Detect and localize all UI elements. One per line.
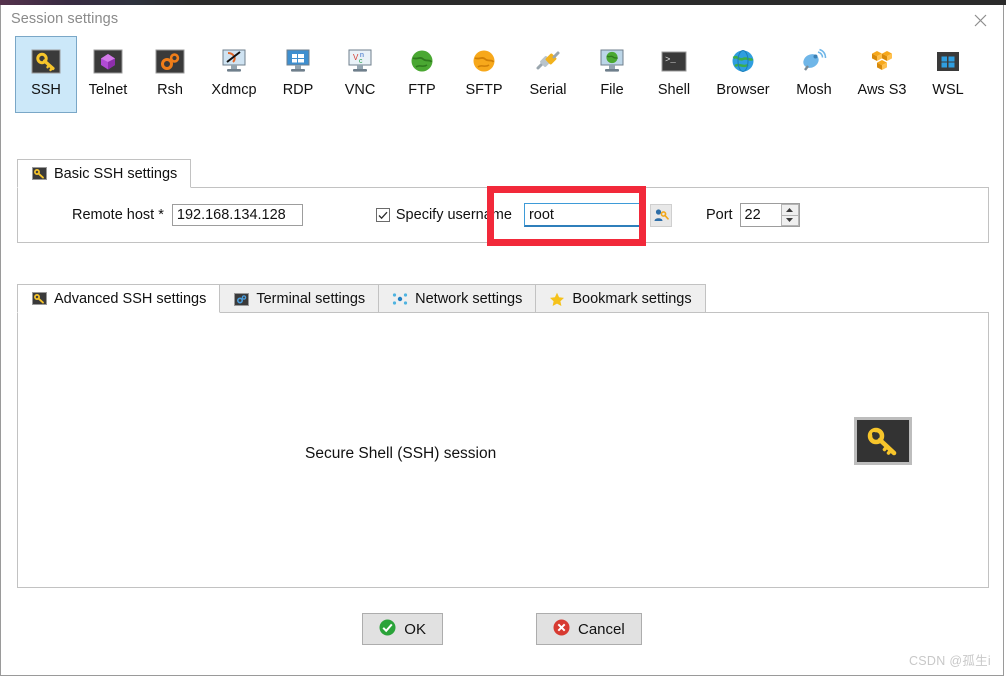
session-type-label: Telnet [88, 82, 128, 98]
basic-field-row: Remote host * Specify username [18, 203, 988, 227]
window-title: Session settings [11, 11, 119, 27]
tab-label: Bookmark settings [572, 291, 692, 307]
ssh-key-icon [854, 417, 912, 465]
secondary-settings-panel: Advanced SSH settings Terminal settings [17, 283, 989, 588]
chevron-up-icon[interactable] [780, 204, 799, 216]
close-icon[interactable] [957, 5, 1003, 35]
session-type-browser[interactable]: Browser [705, 36, 781, 113]
cancel-button[interactable]: Cancel [535, 613, 642, 645]
ok-button-label: OK [404, 620, 426, 638]
specify-username-checkbox[interactable]: Specify username [375, 207, 512, 223]
port-label: Port [705, 207, 733, 223]
ssh-key-icon [31, 291, 47, 307]
tab-advanced-ssh-settings[interactable]: Advanced SSH settings [17, 284, 221, 313]
session-settings-dialog: Session settings SSH Telnet Rsh Xdmcp RD… [0, 5, 1004, 676]
specify-username-label: Specify username [395, 207, 512, 223]
session-type-label: Rsh [157, 82, 183, 98]
basic-settings-body: Remote host * Specify username [17, 187, 989, 243]
tab-label: Basic SSH settings [54, 165, 178, 182]
port-input[interactable] [740, 204, 781, 226]
session-type-telnet[interactable]: Telnet [77, 36, 139, 113]
rsh-gears-icon [154, 46, 186, 76]
ssh-key-icon [31, 166, 47, 182]
session-type-shell[interactable]: >_ Shell [643, 36, 705, 113]
session-type-label: Shell [657, 82, 691, 98]
sftp-globe-icon [468, 46, 500, 76]
tab-label: Advanced SSH settings [54, 290, 207, 307]
tab-basic-ssh-settings[interactable]: Basic SSH settings [17, 159, 192, 188]
session-type-toolbar: SSH Telnet Rsh Xdmcp RDP V n c VNC FTP S… [1, 36, 1003, 124]
dialog-button-row: OK Cancel [1, 613, 1003, 645]
aws-s3-cubes-icon [866, 46, 898, 76]
remote-host-input[interactable] [171, 204, 303, 226]
session-type-label: File [600, 82, 624, 98]
session-type-file[interactable]: File [581, 36, 643, 113]
basic-tab-strip: Basic SSH settings [17, 158, 989, 188]
session-type-sftp[interactable]: SFTP [453, 36, 515, 113]
check-circle-icon [379, 619, 396, 640]
svg-text:c: c [359, 58, 363, 65]
session-type-wsl[interactable]: WSL [917, 36, 979, 113]
tab-terminal-settings[interactable]: Terminal settings [219, 284, 380, 313]
session-type-label: Serial [529, 82, 567, 98]
session-type-label: WSL [932, 82, 964, 98]
port-spin-buttons [780, 204, 799, 226]
tab-label: Network settings [415, 291, 523, 307]
session-type-label: Aws S3 [857, 82, 907, 98]
title-bar: Session settings [1, 5, 1003, 36]
cancel-button-label: Cancel [577, 620, 625, 638]
tab-bookmark-settings[interactable]: Bookmark settings [535, 284, 706, 313]
session-type-aws-s3[interactable]: Aws S3 [847, 36, 917, 113]
session-type-xdmcp[interactable]: Xdmcp [201, 36, 267, 113]
chevron-down-icon[interactable] [780, 215, 799, 226]
ok-button[interactable]: OK [362, 613, 443, 645]
session-type-label: SSH [31, 82, 61, 98]
watermark: CSDN @孤生i [908, 654, 991, 668]
serial-plug-icon [532, 46, 564, 76]
telnet-cube-icon [92, 46, 124, 76]
user-key-icon[interactable] [649, 203, 672, 227]
ftp-globe-icon [406, 46, 438, 76]
session-type-label: VNC [344, 82, 376, 98]
tab-network-settings[interactable]: Network settings [378, 284, 537, 313]
svg-text:>_: >_ [665, 55, 676, 65]
x-circle-icon [553, 619, 570, 640]
session-type-rdp[interactable]: RDP [267, 36, 329, 113]
session-type-ssh[interactable]: SSH [15, 36, 77, 113]
mosh-dish-icon [798, 46, 830, 76]
session-type-label: FTP [408, 82, 436, 98]
session-type-mosh[interactable]: Mosh [781, 36, 847, 113]
session-type-label: SFTP [465, 82, 503, 98]
star-icon [549, 291, 565, 307]
file-monitor-icon [596, 46, 628, 76]
remote-host-label: Remote host * [72, 207, 164, 223]
terminal-gear-icon [233, 291, 249, 307]
vnc-monitor-icon: V n c [344, 46, 376, 76]
rdp-monitor-icon [282, 46, 314, 76]
session-type-rsh[interactable]: Rsh [139, 36, 201, 113]
tab-label: Terminal settings [256, 291, 366, 307]
session-description-body: Secure Shell (SSH) session [17, 312, 989, 588]
session-type-label: Mosh [796, 82, 832, 98]
session-caption: Secure Shell (SSH) session [305, 445, 497, 462]
checkbox-box [375, 208, 390, 222]
session-type-label: Xdmcp [211, 82, 257, 98]
secondary-tab-strip: Advanced SSH settings Terminal settings [17, 283, 989, 313]
session-type-label: RDP [282, 82, 314, 98]
basic-ssh-settings-panel: Basic SSH settings Remote host * Specify… [17, 158, 989, 243]
xdmcp-monitor-icon [218, 46, 250, 76]
username-input[interactable] [523, 203, 644, 227]
shell-prompt-icon: >_ [658, 46, 690, 76]
ssh-key-icon [30, 46, 62, 76]
session-type-ftp[interactable]: FTP [391, 36, 453, 113]
session-type-vnc[interactable]: V n c VNC [329, 36, 391, 113]
wsl-windows-icon [932, 46, 964, 76]
network-dots-icon [392, 291, 408, 307]
browser-globe-icon [727, 46, 759, 76]
session-type-label: Browser [716, 82, 770, 98]
session-type-serial[interactable]: Serial [515, 36, 581, 113]
port-stepper [739, 203, 800, 227]
